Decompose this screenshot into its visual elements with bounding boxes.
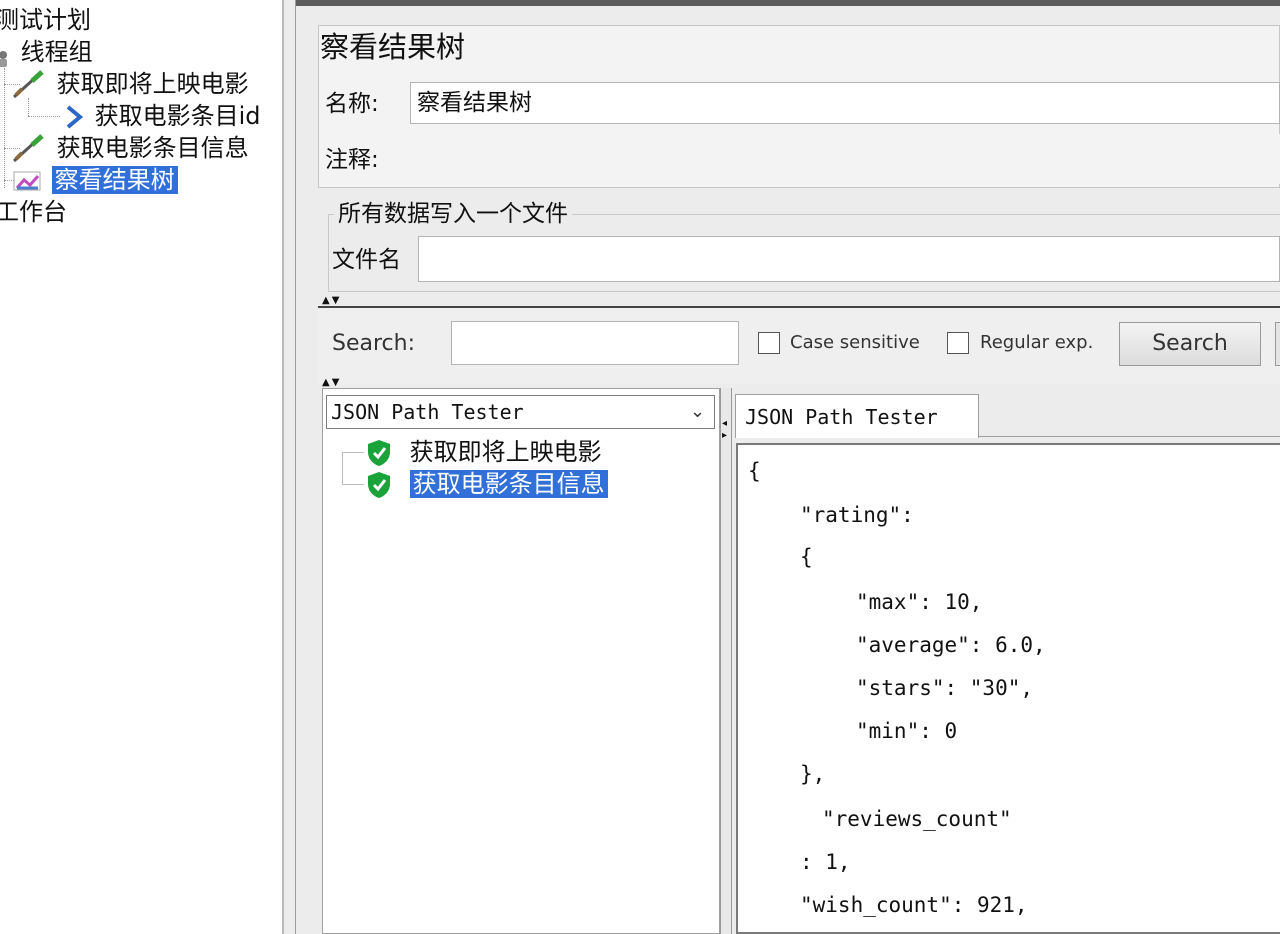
page-title: 察看结果树 <box>320 30 466 64</box>
name-label: 名称: <box>325 91 379 117</box>
chevron-down-icon[interactable]: ⌄ <box>690 398 705 426</box>
comment-label: 注释: <box>325 147 379 173</box>
search-label: Search: <box>332 331 415 356</box>
results-tree-icon <box>12 168 44 194</box>
case-sensitive-label: Case sensitive <box>790 332 920 353</box>
tree-item-test-plan[interactable]: 测试计划 <box>0 4 94 36</box>
split-arrows-icon[interactable]: ▲▼ <box>322 296 341 306</box>
tree-item-label: 获取电影条目信息 <box>56 134 249 162</box>
next-button-edge[interactable] <box>1275 322 1280 366</box>
tree-item-sampler-info[interactable]: 获取电影条目信息 <box>10 132 252 164</box>
tree-item-sampler-upcoming[interactable]: 获取即将上映电影 <box>10 68 252 100</box>
search-input[interactable] <box>451 321 739 365</box>
split-arrows-icon[interactable]: ◂ ▸ <box>722 418 727 442</box>
test-plan-tree: 测试计划 线程组 获取即将上映电影 获取电影条目id 获取电影条目信息 察看结果… <box>0 0 282 934</box>
tree-item-label: 察看结果树 <box>51 166 178 194</box>
tab-json-path-tester[interactable]: JSON Path Tester <box>735 394 979 438</box>
sampler-dropper-icon <box>10 70 46 100</box>
json-line: : 1, <box>800 850 851 874</box>
tree-item-thread-group[interactable]: 线程组 <box>0 36 96 68</box>
json-line: "min": 0 <box>856 719 958 743</box>
json-line: "rating": <box>800 503 914 527</box>
tree-item-label: 测试计划 <box>0 6 91 34</box>
case-sensitive-checkbox[interactable] <box>758 332 780 354</box>
name-field[interactable]: 察看结果树 <box>410 82 1280 124</box>
renderer-select[interactable]: JSON Path Tester <box>326 395 715 429</box>
filename-field[interactable] <box>418 236 1280 282</box>
sample-result-item[interactable]: 获取电影条目信息 <box>366 468 608 500</box>
sample-result-label: 获取电影条目信息 <box>409 470 608 498</box>
json-line: "average": 6.0, <box>856 633 1046 657</box>
arrow-right-icon <box>62 104 84 130</box>
tree-item-workbench[interactable]: 工作台 <box>0 196 70 228</box>
success-shield-icon <box>366 471 392 499</box>
tree-item-label: 获取电影条目id <box>94 102 261 130</box>
result-split-handle[interactable] <box>720 388 732 934</box>
json-line: }, <box>800 762 826 786</box>
tab-strip-rule <box>978 436 1280 437</box>
write-to-file-legend: 所有数据写入一个文件 <box>334 199 572 229</box>
json-line: "max": 10, <box>856 590 983 614</box>
sampler-dropper-icon <box>10 134 46 164</box>
comment-field[interactable] <box>398 134 1280 184</box>
panel-top-border <box>296 0 1280 6</box>
filename-label: 文件名 <box>332 247 401 273</box>
json-line: "reviews_count" <box>822 807 1012 831</box>
split-arrows-icon[interactable]: ▲▼ <box>322 378 341 388</box>
thread-group-icon <box>0 44 10 67</box>
tree-item-results-tree[interactable]: 察看结果树 <box>12 164 178 196</box>
success-shield-icon <box>366 439 392 467</box>
search-button[interactable]: Search <box>1119 322 1261 366</box>
tree-item-post-processor-id[interactable]: 获取电影条目id <box>62 100 264 132</box>
sample-result-label: 获取即将上映电影 <box>409 438 602 466</box>
regex-checkbox[interactable] <box>947 332 969 354</box>
json-line: { <box>748 459 761 483</box>
sample-result-item[interactable]: 获取即将上映电影 <box>366 436 602 468</box>
json-line: { <box>800 545 813 569</box>
tree-item-label: 工作台 <box>0 198 67 226</box>
json-line: "wish_count": 921, <box>800 893 1028 917</box>
tree-item-label: 获取即将上映电影 <box>56 70 249 98</box>
json-line: "stars": "30", <box>856 676 1034 700</box>
tree-item-label: 线程组 <box>20 38 93 66</box>
regex-label: Regular exp. <box>980 332 1094 353</box>
left-split-handle[interactable] <box>282 0 296 934</box>
